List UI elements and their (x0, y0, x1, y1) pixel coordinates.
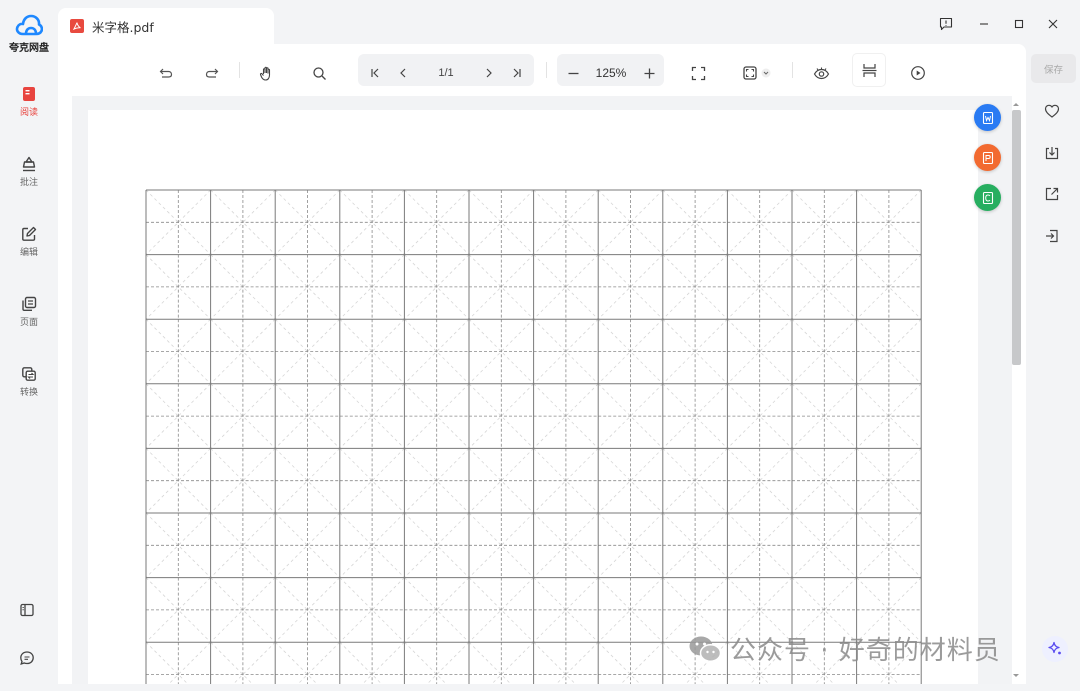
search-button[interactable] (309, 58, 329, 88)
heart-icon (1044, 104, 1060, 118)
exit-button[interactable] (1042, 226, 1062, 246)
play-icon (911, 66, 925, 80)
favorite-button[interactable] (1042, 101, 1062, 121)
tab-title: 米字格.pdf (92, 19, 154, 35)
undo-button[interactable] (156, 58, 176, 88)
chevron-left-icon (400, 68, 406, 78)
convert-to-excel-button[interactable] (974, 184, 1001, 211)
book-icon (23, 87, 35, 101)
play-button[interactable] (908, 58, 928, 88)
close-button[interactable] (1043, 14, 1063, 34)
maximize-icon (1014, 19, 1024, 29)
sidebar-item-read[interactable]: 阅读 (0, 86, 58, 118)
share-icon (1045, 187, 1059, 201)
chevron-down-icon (761, 68, 770, 78)
sidebar-item-pages[interactable]: 页面 (0, 296, 58, 328)
redo-button[interactable] (202, 58, 222, 88)
zoom-level[interactable]: 125% (590, 58, 632, 88)
eye-care-button[interactable] (811, 58, 831, 88)
left-sidebar: 夸克网盘 阅读 批注 编辑 页面 转换 (0, 0, 58, 691)
feedback-window-button[interactable] (936, 14, 956, 34)
undo-icon (159, 68, 173, 78)
toolbar-divider (792, 62, 793, 78)
fit-page-dropdown[interactable] (738, 58, 774, 88)
minus-icon (568, 72, 578, 74)
zoom-in-button[interactable] (640, 58, 658, 88)
ai-assistant-button[interactable] (1042, 636, 1068, 662)
app-logo[interactable]: 夸克网盘 (0, 14, 58, 54)
plus-icon (644, 68, 654, 78)
right-panel (1028, 44, 1080, 691)
minimize-button[interactable] (974, 14, 994, 34)
sidebar-item-label: 阅读 (19, 108, 38, 118)
edit-icon (22, 226, 37, 241)
document-viewport[interactable] (72, 96, 1012, 684)
fullscreen-button[interactable] (688, 58, 708, 88)
panel-toggle-icon (20, 603, 34, 617)
eye-icon (813, 67, 829, 79)
prev-page-button[interactable] (394, 58, 412, 88)
download-button[interactable] (1042, 143, 1062, 163)
first-page-button[interactable] (366, 58, 384, 88)
message-alert-icon (939, 17, 953, 31)
page-indicator[interactable]: 1/1 (428, 58, 464, 88)
redo-icon (205, 68, 219, 78)
panel-toggle-button[interactable] (19, 602, 35, 623)
cloud-logo-icon (15, 14, 43, 36)
app-logo-text: 夸克网盘 (9, 43, 49, 54)
sparkle-icon (1048, 641, 1061, 655)
watermark: 公众号 · 好奇的材料员 (688, 630, 1001, 667)
sidebar-item-convert[interactable]: 转换 (0, 366, 58, 398)
exit-icon (1046, 229, 1058, 243)
sidebar-item-annotate[interactable]: 批注 (0, 156, 58, 188)
to-pdf-icon (982, 151, 993, 164)
next-page-button[interactable] (480, 58, 498, 88)
sidebar-item-label: 批注 (19, 178, 38, 188)
convert-icon (22, 367, 36, 381)
sidebar-item-edit[interactable]: 编辑 (0, 226, 58, 258)
convert-to-word-button[interactable] (974, 104, 1001, 131)
convert-to-pdf-button[interactable] (974, 144, 1001, 171)
first-page-icon (371, 68, 379, 78)
to-excel-icon (982, 191, 993, 204)
annotate-icon (22, 156, 36, 172)
to-word-icon (982, 111, 993, 124)
hand-tool-button[interactable] (257, 58, 277, 88)
pages-icon (22, 296, 37, 311)
fullscreen-icon (691, 66, 705, 80)
toolbar-divider (239, 62, 240, 78)
watermark-text: 公众号 · 好奇的材料员 (730, 636, 1001, 666)
download-icon (1045, 147, 1059, 160)
document-tab[interactable]: 米字格.pdf (58, 8, 274, 44)
pdf-icon (70, 19, 84, 33)
page-split-icon (862, 63, 876, 77)
feedback-button[interactable] (19, 650, 35, 671)
last-page-icon (513, 68, 521, 78)
toolbar-divider (546, 62, 547, 78)
sidebar-item-label: 编辑 (19, 248, 38, 258)
search-icon (312, 66, 326, 80)
page-spacing-button[interactable] (853, 54, 885, 86)
maximize-button[interactable] (1009, 14, 1029, 34)
scrollbar-thumb[interactable] (1012, 110, 1021, 365)
sidebar-item-label: 转换 (19, 388, 38, 398)
sidebar-item-label: 页面 (19, 318, 38, 328)
pdf-page (88, 110, 978, 684)
wechat-icon (689, 636, 722, 662)
chat-icon (20, 651, 34, 666)
app-window: 夸克网盘 阅读 批注 编辑 页面 转换 米字格.pdf 1/1 125% 保存 … (0, 0, 1080, 691)
minimize-icon (980, 23, 988, 25)
chevron-right-icon (486, 68, 492, 78)
fit-page-icon (742, 66, 757, 80)
mizige-grid (145, 189, 922, 684)
hand-icon (259, 66, 270, 81)
zoom-out-button[interactable] (564, 58, 582, 88)
last-page-button[interactable] (508, 58, 526, 88)
close-icon (1048, 19, 1058, 29)
save-button[interactable]: 保存 (1031, 54, 1076, 83)
share-button[interactable] (1042, 184, 1062, 204)
